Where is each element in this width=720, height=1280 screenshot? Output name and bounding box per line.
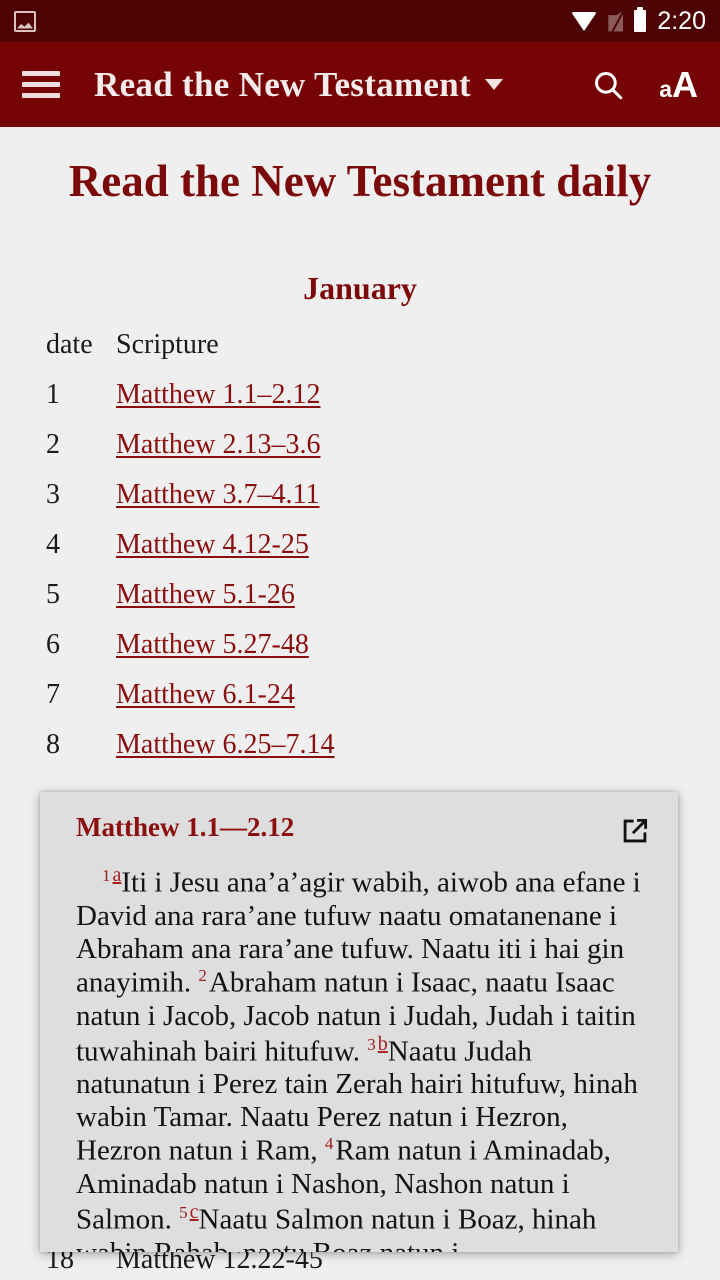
scripture-link[interactable]: Matthew 2.13–3.6: [116, 429, 321, 460]
chevron-down-icon[interactable]: [485, 79, 503, 90]
battery-icon: [634, 7, 647, 32]
app-title: Read the New Testament: [94, 64, 471, 104]
row-date: 2: [46, 429, 60, 461]
column-header-scripture: Scripture: [116, 329, 219, 361]
verse-number: 1: [102, 866, 111, 885]
table-row: 1 Matthew 1.1–2.12: [46, 379, 720, 429]
row-date: 4: [46, 529, 60, 561]
preview-card-header: Matthew 1.1—2.12: [40, 792, 678, 848]
table-header-row: date Scripture: [46, 329, 720, 379]
table-row: 4 Matthew 4.12-25: [46, 529, 720, 579]
row-scripture: Matthew 5.1-26: [116, 579, 295, 611]
app-bar-actions: aA: [591, 63, 698, 105]
table-row: 2 Matthew 2.13–3.6: [46, 429, 720, 479]
scripture-link[interactable]: Matthew 3.7–4.11: [116, 479, 320, 510]
row-scripture: Matthew 6.25–7.14: [116, 729, 335, 761]
table-row: 5 Matthew 5.1-26: [46, 579, 720, 629]
month-heading: January: [303, 270, 417, 307]
row-scripture: Matthew 3.7–4.11: [116, 479, 320, 511]
app-root: 2:20 Read the New Testament aA Read the …: [0, 0, 720, 1280]
status-bar-clock: 2:20: [657, 6, 706, 35]
row-date: 1: [46, 379, 60, 411]
status-bar-system-icons: 2:20: [571, 6, 706, 35]
text-size-small-a: a: [659, 75, 672, 102]
wifi-icon: [571, 11, 598, 31]
table-row: 8 Matthew 6.25–7.14: [46, 729, 720, 779]
scripture-link[interactable]: Matthew 5.27-48: [116, 629, 309, 660]
row-date: 3: [46, 479, 60, 511]
no-sim-icon: [608, 10, 624, 32]
row-scripture: Matthew 4.12-25: [116, 529, 309, 561]
scripture-link[interactable]: Matthew 6.1-24: [116, 679, 295, 710]
text-size-icon[interactable]: aA: [659, 63, 698, 105]
preview-scripture-text: 1 aIti i Jesu ana’a’agir wabih, aiwob ana…: [40, 848, 678, 1252]
status-bar-notifications: [14, 10, 36, 32]
screenshot-image-icon: [14, 10, 36, 32]
row-scripture: Matthew 5.27-48: [116, 629, 309, 661]
app-bar: Read the New Testament aA: [0, 42, 720, 127]
scripture-preview-card: Matthew 1.1—2.12 1 aIti i Jesu ana’a’agir…: [40, 792, 678, 1252]
row-date: 8: [46, 729, 60, 761]
hamburger-menu-icon[interactable]: [22, 71, 60, 98]
table-row: 7 Matthew 6.1-24: [46, 679, 720, 729]
verse-number: 2: [198, 965, 207, 985]
row-scripture: Matthew 2.13–3.6: [116, 429, 321, 461]
verse-number: 4: [324, 1134, 334, 1154]
verse-number: 5: [179, 1203, 188, 1223]
scripture-link[interactable]: Matthew 6.25–7.14: [116, 729, 335, 760]
row-scripture: Matthew 1.1–2.12: [116, 379, 321, 411]
row-date: 5: [46, 579, 60, 611]
scripture-link[interactable]: Matthew 5.1-26: [116, 579, 295, 610]
open-in-new-icon[interactable]: [618, 814, 652, 848]
table-row: 6 Matthew 5.27-48: [46, 629, 720, 679]
app-title-dropdown[interactable]: Read the New Testament: [94, 65, 503, 105]
row-date: 7: [46, 679, 60, 711]
table-row: 3 Matthew 3.7–4.11: [46, 479, 720, 529]
text-size-big-a: A: [672, 63, 698, 105]
page-title: Read the New Testament daily: [68, 156, 652, 206]
scripture-link[interactable]: Matthew 1.1–2.12: [116, 379, 321, 410]
reading-schedule-table: date Scripture 1 Matthew 1.1–2.12 2 Matt…: [0, 329, 720, 779]
scripture-link[interactable]: Matthew 4.12-25: [116, 529, 309, 560]
verse-number: 3: [367, 1034, 376, 1054]
footnote-marker[interactable]: c: [190, 1201, 199, 1223]
android-status-bar: 2:20: [0, 0, 720, 42]
column-header-date: date: [46, 329, 93, 361]
search-icon[interactable]: [591, 68, 625, 102]
footnote-marker[interactable]: b: [378, 1033, 388, 1055]
row-scripture: Matthew 6.1-24: [116, 679, 295, 711]
row-date: 6: [46, 629, 60, 661]
preview-reference-title: Matthew 1.1—2.12: [76, 812, 295, 842]
